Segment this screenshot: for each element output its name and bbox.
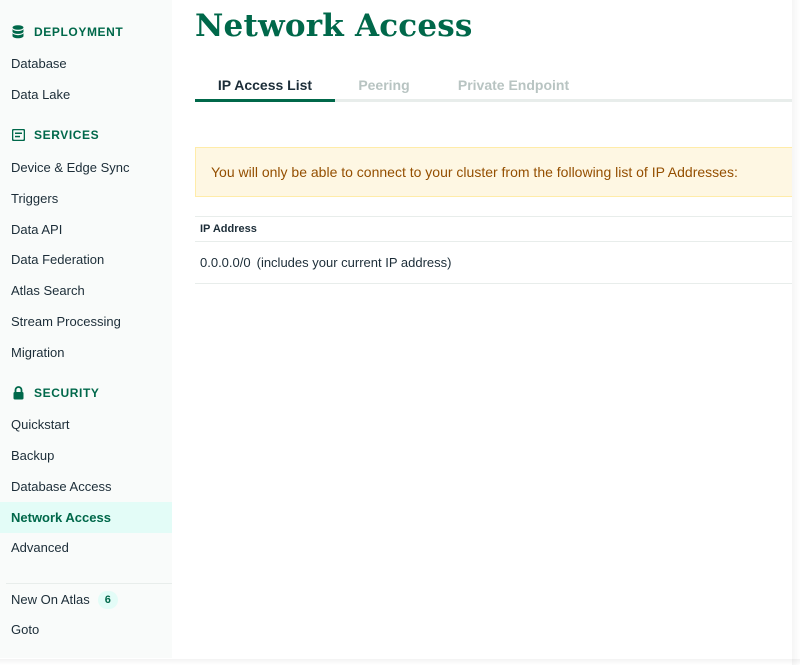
sidebar-item-device-edge-sync[interactable]: Device & Edge Sync <box>0 152 172 183</box>
sidebar-item-goto[interactable]: Goto <box>0 614 172 645</box>
sidebar-item-advanced[interactable]: Advanced <box>0 532 172 563</box>
table-header: IP Address <box>195 216 792 242</box>
sidebar-item-data-federation[interactable]: Data Federation <box>0 244 172 275</box>
new-on-atlas-label: New On Atlas <box>11 592 90 607</box>
banner-text: You will only be able to connect to your… <box>211 164 738 180</box>
sidebar: DEPLOYMENT Database Data Lake SERVICES D… <box>0 0 172 658</box>
table-row: 0.0.0.0/0 (includes your current IP addr… <box>195 242 792 284</box>
ip-access-table: IP Address 0.0.0.0/0 (includes your curr… <box>195 216 792 284</box>
database-icon <box>11 25 25 39</box>
count-badge: 6 <box>97 590 118 609</box>
section-title: SERVICES <box>34 128 100 142</box>
tab-private-endpoint[interactable]: Private Endpoint <box>442 70 585 99</box>
window-edge <box>792 0 800 665</box>
tab-peering[interactable]: Peering <box>345 70 423 99</box>
tab-ip-access-list[interactable]: IP Access List <box>195 70 335 99</box>
section-title: DEPLOYMENT <box>34 25 124 39</box>
ip-address-note: (includes your current IP address) <box>256 255 452 270</box>
sidebar-item-triggers[interactable]: Triggers <box>0 183 172 214</box>
sidebar-item-network-access[interactable]: Network Access <box>0 502 172 533</box>
sidebar-item-data-lake[interactable]: Data Lake <box>0 79 172 110</box>
active-tab-indicator <box>195 99 335 102</box>
column-header-ip-address: IP Address <box>200 223 257 235</box>
sidebar-item-new-on-atlas[interactable]: New On Atlas 6 <box>0 584 172 615</box>
info-banner: You will only be able to connect to your… <box>195 147 792 197</box>
section-header-deployment: DEPLOYMENT <box>11 22 123 42</box>
ip-address-value: 0.0.0.0/0 <box>200 255 251 270</box>
app-window: DEPLOYMENT Database Data Lake SERVICES D… <box>0 0 800 665</box>
section-header-security: SECURITY <box>11 383 99 403</box>
sidebar-item-database-access[interactable]: Database Access <box>0 471 172 502</box>
services-icon <box>11 128 25 142</box>
window-bottom-edge <box>0 659 800 665</box>
sidebar-item-atlas-search[interactable]: Atlas Search <box>0 275 172 306</box>
sidebar-item-data-api[interactable]: Data API <box>0 214 172 245</box>
lock-icon <box>11 386 25 400</box>
section-header-services: SERVICES <box>11 125 99 145</box>
section-title: SECURITY <box>34 386 100 400</box>
page-title: Network Access <box>195 8 473 44</box>
sidebar-item-stream-processing[interactable]: Stream Processing <box>0 306 172 337</box>
sidebar-item-quickstart[interactable]: Quickstart <box>0 409 172 440</box>
sidebar-item-database[interactable]: Database <box>0 48 172 79</box>
sidebar-item-backup[interactable]: Backup <box>0 440 172 471</box>
sidebar-item-migration[interactable]: Migration <box>0 337 172 368</box>
